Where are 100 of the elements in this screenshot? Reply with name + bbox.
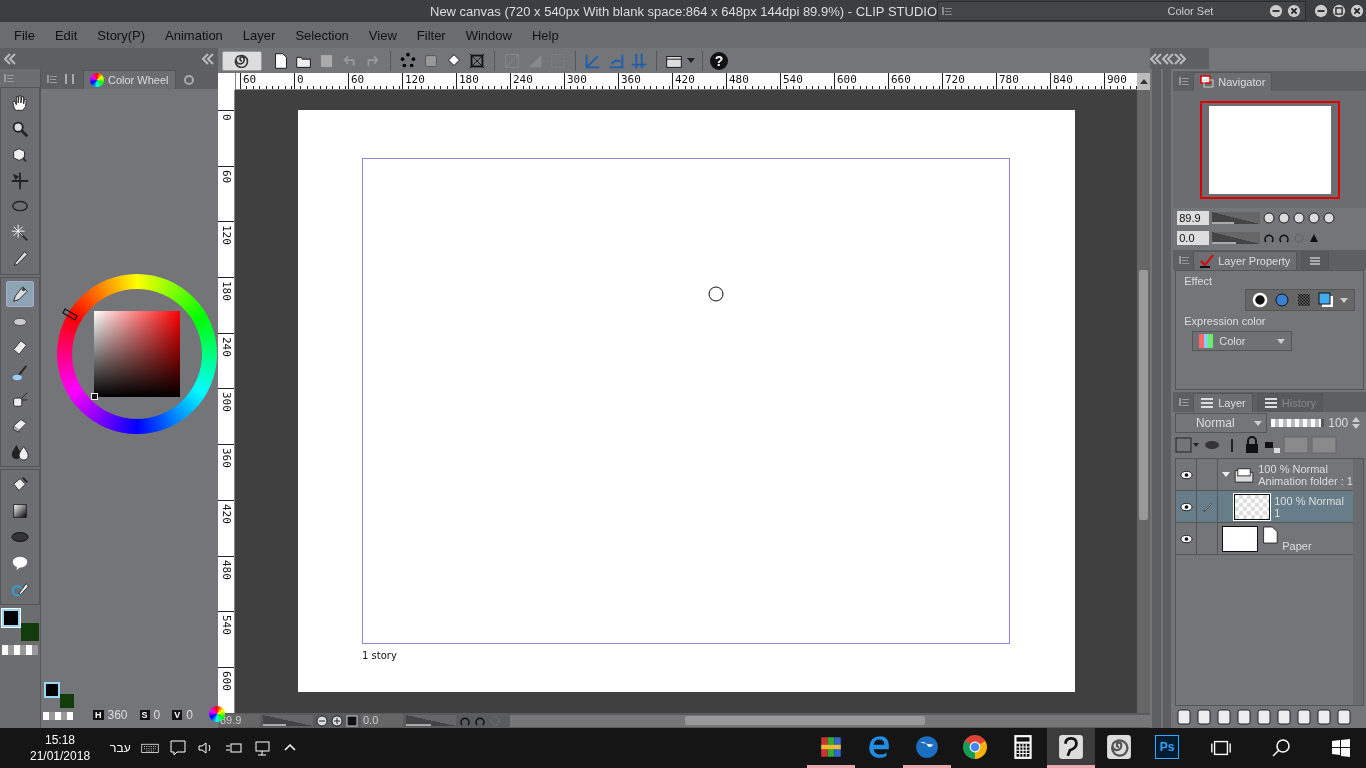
effect-buttons[interactable] (1245, 289, 1355, 311)
notification-icon[interactable] (168, 739, 187, 757)
collapse-icon[interactable] (1150, 52, 1162, 65)
scrollbar[interactable] (1353, 459, 1363, 705)
sub-color-swatch[interactable] (21, 623, 39, 641)
help-button[interactable]: ? (710, 51, 728, 70)
mask-icon[interactable] (1295, 708, 1314, 726)
main-color-swatch[interactable] (44, 682, 60, 698)
scroll-up-button[interactable] (1137, 73, 1150, 90)
maximize-icon[interactable] (1331, 3, 1346, 19)
caret-icon[interactable] (687, 58, 695, 63)
eye-icon[interactable] (1179, 501, 1193, 512)
ruler-label: 420 (674, 73, 695, 86)
layer-search-tab[interactable] (1301, 250, 1330, 270)
clip-studio-button[interactable] (222, 50, 262, 71)
ruler-label: 240 (220, 336, 232, 357)
hue-marker[interactable] (61, 307, 78, 321)
menu-icon[interactable] (942, 6, 953, 16)
main-color-swatch[interactable] (2, 609, 20, 627)
eraser-icon (10, 337, 30, 357)
zoom-in-icon[interactable] (1278, 212, 1291, 224)
task-view-icon[interactable] (1210, 738, 1232, 758)
zoom-in-icon[interactable] (331, 714, 343, 727)
settings-icon[interactable] (181, 72, 196, 86)
layer-row[interactable]: 100 % Normal 1 (1176, 491, 1353, 523)
zoom-out-icon[interactable] (316, 714, 328, 727)
canvas-paper[interactable]: 1 story (298, 110, 1075, 692)
minimize-icon[interactable] (1268, 4, 1283, 18)
zoom-slider[interactable] (263, 715, 313, 726)
vertical-scrollbar[interactable] (1137, 90, 1150, 713)
zoom-field[interactable]: 89.9 (1177, 211, 1210, 225)
transparent-color-swatch[interactable] (43, 712, 73, 720)
globe-icon (914, 733, 940, 760)
opacity-value[interactable]: 100 (1328, 416, 1349, 430)
collapse-icon[interactable] (202, 52, 214, 65)
menu-item[interactable]: Window (455, 27, 522, 43)
flip-icon[interactable] (1323, 212, 1336, 224)
close-icon[interactable] (1349, 3, 1364, 19)
menu-item[interactable]: Animation (155, 27, 233, 43)
language-indicator[interactable]: עבר (110, 741, 131, 755)
close-icon[interactable] (1286, 4, 1301, 18)
brush-cursor-icon (707, 285, 725, 303)
horizontal-scrollbar[interactable] (510, 714, 1150, 727)
menu-item[interactable]: Selection (285, 27, 359, 43)
layer-row[interactable]: Paper (1176, 523, 1353, 555)
menu-item[interactable]: Help (521, 27, 569, 43)
transfer-down-icon[interactable] (1275, 708, 1294, 726)
rotation-field[interactable]: 0.0 (1177, 231, 1210, 245)
layers-icon[interactable] (1175, 708, 1194, 726)
rotation-field[interactable]: 0.0 (361, 714, 403, 727)
menu-item[interactable]: View (358, 27, 407, 43)
expand-icon[interactable] (1174, 52, 1186, 65)
color-wheel-tab[interactable]: Color Wheel (83, 69, 176, 89)
rotate-left-icon[interactable] (1263, 232, 1276, 244)
sub-color-swatch[interactable] (60, 694, 74, 708)
minimize-icon[interactable] (1313, 3, 1328, 19)
sliders-icon[interactable] (63, 72, 77, 86)
actual-size-icon[interactable] (1293, 212, 1306, 224)
spinner-icon[interactable] (1352, 416, 1361, 430)
navigator-preview[interactable] (1199, 100, 1340, 199)
menu-item[interactable]: Layer (232, 27, 286, 43)
taskbar-app[interactable]: Ps (1143, 728, 1191, 768)
panel-tab[interactable]: Layer (1193, 392, 1253, 412)
expanded-caret-icon[interactable] (1222, 472, 1231, 477)
merge-down-icon[interactable] (1255, 708, 1274, 726)
menu-item[interactable]: Story(P) (87, 27, 156, 43)
navigator-tab[interactable]: Navigator (1193, 71, 1273, 91)
zoom-slider[interactable] (1212, 212, 1261, 224)
collapse-icon[interactable] (4, 52, 16, 65)
spiral-app-icon (1106, 733, 1132, 760)
menu-item[interactable]: File (4, 27, 45, 43)
flip-icon[interactable] (1308, 232, 1321, 244)
new-folder-icon[interactable] (1235, 708, 1254, 726)
new-vector-layer-icon[interactable] (1215, 708, 1234, 726)
rotation-slider[interactable] (1212, 232, 1261, 244)
trash-icon[interactable] (1335, 708, 1354, 726)
zoom-out-icon[interactable] (1263, 212, 1276, 224)
clock[interactable]: 15:18 21/01/2018 (30, 732, 91, 764)
transparent-color-swatch[interactable] (2, 645, 38, 655)
menu-item[interactable]: Edit (44, 27, 88, 43)
menu-item[interactable]: Filter (406, 27, 456, 43)
eye-icon[interactable] (1179, 469, 1193, 480)
network-icon[interactable] (252, 739, 271, 757)
tool-button[interactable] (6, 281, 34, 307)
collapse-icon[interactable] (1162, 52, 1174, 65)
rotation-slider[interactable] (406, 715, 456, 726)
windows-start-icon[interactable] (1330, 738, 1352, 758)
layer-property-tab[interactable]: Layer Property (1193, 250, 1298, 270)
saturation-value-square[interactable] (93, 310, 180, 397)
ruler-flag-icon[interactable] (1315, 708, 1334, 726)
expression-color-dropdown[interactable]: Color (1192, 331, 1293, 351)
new-layer-icon[interactable] (1195, 708, 1214, 726)
opacity-slider[interactable] (1271, 419, 1325, 427)
fit-icon[interactable] (1308, 212, 1321, 224)
color-dropdown-icon[interactable] (1175, 436, 1202, 454)
eye-icon[interactable] (1179, 533, 1193, 544)
taskbar-app[interactable] (1047, 728, 1095, 768)
search-icon[interactable] (1270, 738, 1292, 758)
blend-mode-dropdown[interactable]: Normal (1175, 413, 1268, 433)
rotate-right-icon[interactable] (1278, 232, 1291, 244)
